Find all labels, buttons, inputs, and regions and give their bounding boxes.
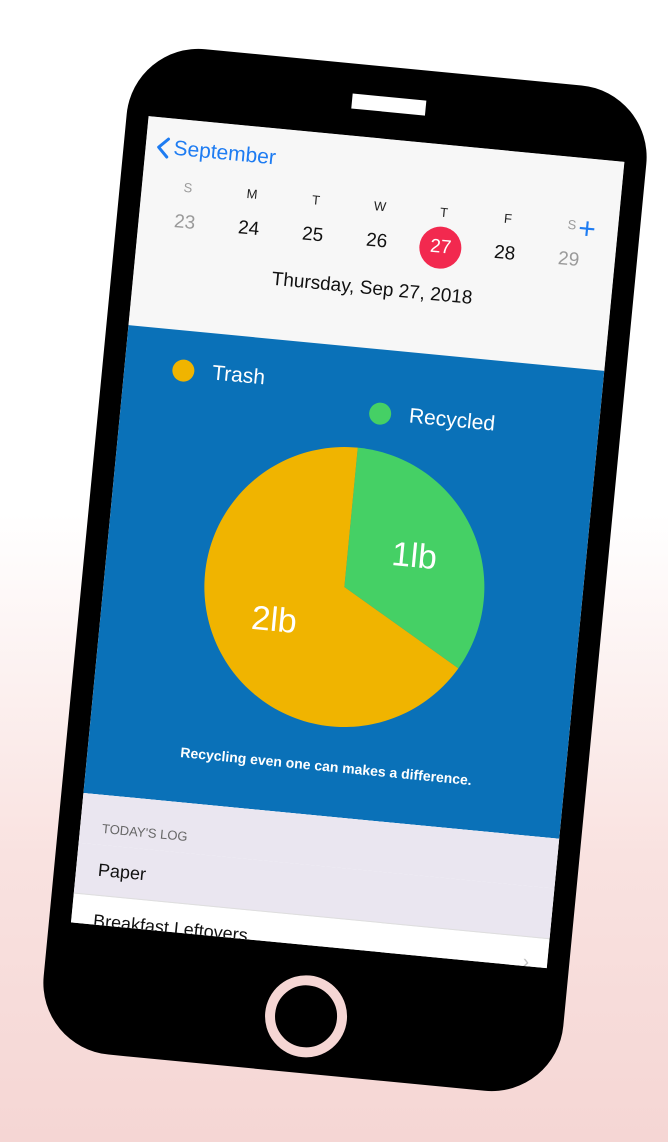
day-number: 29 [557, 248, 581, 271]
day-of-week-label: S [183, 179, 194, 196]
day-number: 28 [493, 241, 517, 265]
waste-pie-chart: 1lb 2lb [204, 447, 485, 727]
day-saturday[interactable]: S 29 [541, 215, 599, 284]
phone-device: September + S 23 M 24 T 25 W 26 T 27 F 2… [36, 42, 654, 1098]
chevron-left-icon [157, 137, 170, 159]
day-number: 26 [365, 229, 389, 253]
legend-trash: Trash [171, 358, 266, 391]
day-number: 25 [301, 223, 325, 247]
day-sunday[interactable]: S 23 [157, 178, 215, 247]
chevron-right-icon: › [521, 950, 531, 969]
legend-recycled-label: Recycled [407, 404, 497, 436]
legend-trash-label: Trash [211, 361, 267, 390]
pie-label-trash: 2lb [250, 599, 299, 641]
log-item-label: Paper [97, 859, 147, 884]
back-button[interactable]: September [155, 135, 277, 170]
day-number: 24 [237, 217, 261, 241]
trash-dot-icon [171, 358, 196, 383]
day-of-week-label: W [373, 198, 387, 215]
recycled-dot-icon [368, 401, 393, 426]
day-of-week-label: S [566, 216, 577, 233]
day-of-week-label: T [439, 204, 449, 221]
back-label: September [172, 136, 278, 170]
day-wednesday[interactable]: W 26 [349, 196, 407, 265]
day-of-week-label: F [503, 210, 513, 227]
day-of-week-label: T [311, 192, 321, 208]
day-tuesday[interactable]: T 25 [285, 190, 343, 259]
day-thursday[interactable]: T 27 [413, 202, 471, 271]
day-of-week-label: M [245, 185, 259, 202]
day-friday[interactable]: F 28 [477, 209, 535, 278]
summary-caption: Recycling even one can makes a differenc… [179, 744, 473, 789]
day-number: 23 [173, 211, 197, 235]
legend-recycled: Recycled [368, 401, 496, 437]
selected-day-number: 27 [417, 224, 464, 271]
pie-label-recycled: 1lb [390, 535, 439, 577]
day-monday[interactable]: M 24 [221, 184, 279, 253]
waste-summary-panel: Trash Recycled 1lb 2lb Recycling even one… [83, 325, 605, 839]
app-screen: September + S 23 M 24 T 25 W 26 T 27 F 2… [70, 116, 625, 969]
